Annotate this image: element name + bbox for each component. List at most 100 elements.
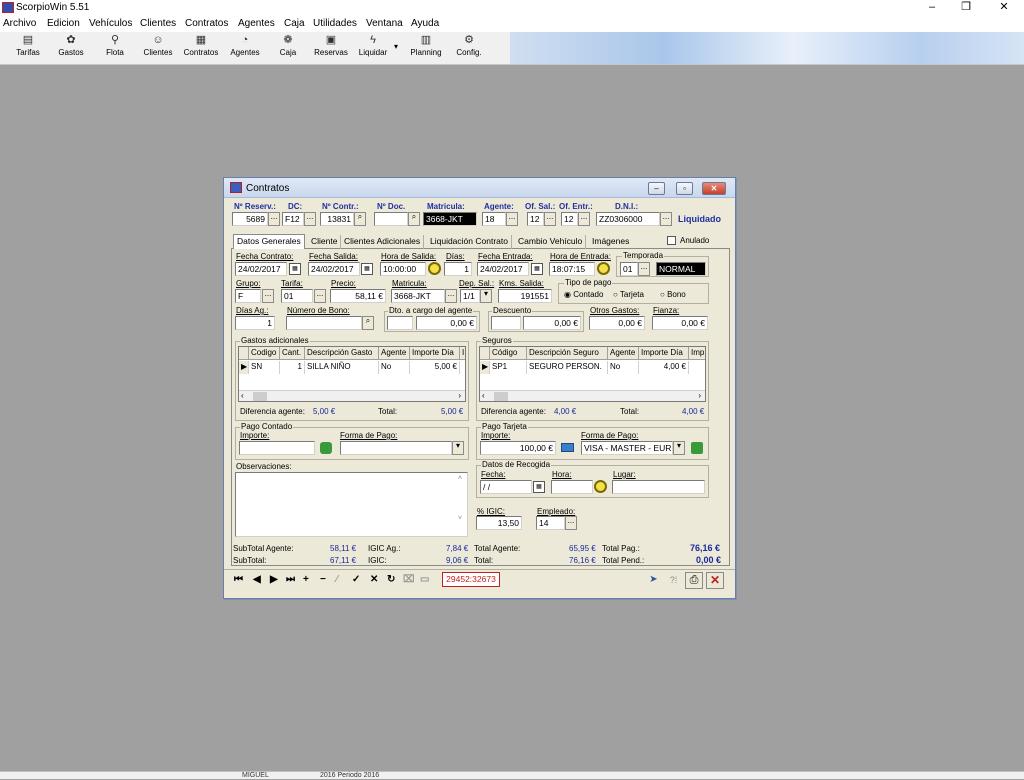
contr-field[interactable]: 13831 xyxy=(320,212,354,226)
credit-card-icon[interactable] xyxy=(561,443,574,452)
menu-contratos[interactable]: Contratos xyxy=(185,18,228,29)
table-cell[interactable]: 1 xyxy=(280,361,305,374)
nav-cancel-icon[interactable]: ✕ xyxy=(370,574,378,586)
matricula-lookup-button[interactable]: ... xyxy=(445,289,457,303)
gastos-col-descripcion[interactable]: Descripción Gasto xyxy=(305,347,379,360)
cash-icon[interactable] xyxy=(320,442,332,454)
menu-edicion[interactable]: Edicion xyxy=(47,18,80,29)
toolbar-config-button[interactable]: ⚙ Config. xyxy=(451,34,487,63)
seguros-col-descripcion[interactable]: Descripción Seguro xyxy=(527,347,608,360)
nav-prev-icon[interactable]: ◀ xyxy=(253,574,261,586)
toolbar-clientes-button[interactable]: ☺ Clientes xyxy=(139,34,177,63)
menu-ayuda[interactable]: Ayuda xyxy=(411,18,439,29)
pago-tarjeta-forma-select[interactable]: VISA - MASTER - EUR xyxy=(581,441,673,455)
calendar-icon[interactable]: ▦ xyxy=(533,481,545,493)
window-close-button[interactable]: ✕ xyxy=(702,182,726,195)
menu-ventana[interactable]: Ventana xyxy=(366,18,403,29)
toolbar-gastos-button[interactable]: ✿ Gastos xyxy=(52,34,90,63)
reserv-lookup-button[interactable]: ... xyxy=(268,212,280,226)
seguros-col-codigo[interactable]: Código xyxy=(490,347,527,360)
menu-vehiculos[interactable]: Vehículos xyxy=(89,18,132,29)
calendar-icon[interactable]: ▦ xyxy=(289,263,301,275)
grupo-lookup-button[interactable]: ... xyxy=(262,289,274,303)
tab-imagenes[interactable]: Imágenes xyxy=(589,235,632,249)
nav-bookmark-icon[interactable]: ⌧ xyxy=(403,574,415,586)
clock-icon[interactable] xyxy=(428,262,441,275)
agente-field[interactable]: 18 xyxy=(482,212,506,226)
calendar-icon[interactable]: ▦ xyxy=(361,263,373,275)
payment-add-icon[interactable] xyxy=(691,442,703,454)
descuento-pct-field[interactable] xyxy=(491,316,521,330)
scrollbar-thumb[interactable] xyxy=(494,392,508,401)
temporada-lookup-button[interactable]: ... xyxy=(638,262,650,276)
observaciones-textarea[interactable] xyxy=(235,472,468,537)
minimize-button[interactable]: – xyxy=(916,0,948,15)
chevron-down-icon[interactable]: ▾ xyxy=(673,441,685,455)
dc-lookup-button[interactable]: ... xyxy=(304,212,316,226)
clock-icon[interactable] xyxy=(597,262,610,275)
tab-cliente[interactable]: Cliente xyxy=(308,235,342,249)
igic-field[interactable]: 13,50 xyxy=(476,516,522,530)
tarifa-lookup-button[interactable]: ... xyxy=(314,289,326,303)
gastos-table[interactable]: Codigo Cant. Descripción Gasto Agente Im… xyxy=(238,346,466,402)
seguros-col-agente[interactable]: Agente xyxy=(608,347,639,360)
nav-next-icon[interactable]: ▶ xyxy=(270,574,278,586)
of-entr-lookup-button[interactable]: ... xyxy=(578,212,590,226)
matricula-field[interactable]: 3668-JKT xyxy=(423,212,477,226)
agente-lookup-button[interactable]: ... xyxy=(506,212,518,226)
toolbar-agentes-button[interactable]: ◔ Agentes xyxy=(225,34,265,63)
table-cell[interactable]: SN xyxy=(249,361,280,374)
menu-clientes[interactable]: Clientes xyxy=(140,18,176,29)
nav-add-icon[interactable]: + xyxy=(303,574,309,586)
pago-contado-importe-field[interactable] xyxy=(239,441,315,455)
toolbar-caja-button[interactable]: ❁ Caja xyxy=(274,34,302,63)
doc-search-button[interactable]: ⌕ xyxy=(408,212,420,226)
fecha-contrato-field[interactable]: 24/02/2017 xyxy=(235,262,287,276)
close-button[interactable]: ✕ xyxy=(988,0,1020,15)
clock-icon[interactable] xyxy=(594,480,607,493)
contr-search-button[interactable]: ⌕ xyxy=(354,212,366,226)
table-cell[interactable]: SP1 xyxy=(490,361,527,374)
of-sal-lookup-button[interactable]: ... xyxy=(544,212,556,226)
anulado-checkbox[interactable] xyxy=(667,236,676,245)
pago-tarjeta-importe-field[interactable]: 100,00 € xyxy=(480,441,556,455)
seguros-col-extra[interactable]: Imp xyxy=(689,347,705,360)
recogida-hora-field[interactable] xyxy=(551,480,593,494)
tab-clientes-adicionales[interactable]: Clientes Adicionales xyxy=(341,235,425,249)
of-sal-field[interactable]: 12 xyxy=(527,212,544,226)
next-step-icon[interactable]: ➤ xyxy=(645,572,662,588)
seguros-horizontal-scrollbar[interactable]: ‹ › xyxy=(480,390,705,401)
dc-field[interactable]: F12 xyxy=(282,212,304,226)
gastos-col-extra[interactable]: I xyxy=(460,347,465,360)
hora-entrada-field[interactable]: 18:07:15 xyxy=(549,262,595,276)
nav-delete-icon[interactable]: − xyxy=(320,574,326,586)
seguros-table[interactable]: Código Descripción Seguro Agente Importe… xyxy=(479,346,706,402)
dni-lookup-button[interactable]: ... xyxy=(660,212,672,226)
table-cell[interactable]: SILLA NIÑO xyxy=(305,361,379,374)
nav-edit-icon[interactable]: ⁄ xyxy=(336,574,338,586)
otros-gastos-field[interactable]: 0,00 € xyxy=(589,316,645,330)
toolbar-contratos-button[interactable]: ▦ Contratos xyxy=(180,34,222,63)
toolbar-tarifas-button[interactable]: ▤ Tarifas xyxy=(10,34,46,63)
liquidar-dropdown-arrow[interactable]: ▾ xyxy=(391,42,401,64)
recogida-lugar-field[interactable] xyxy=(612,480,705,494)
gastos-col-importe[interactable]: Importe Día xyxy=(410,347,460,360)
nav-post-icon[interactable]: ✓ xyxy=(352,574,360,586)
menu-utilidades[interactable]: Utilidades xyxy=(313,18,357,29)
calendar-icon[interactable]: ▦ xyxy=(531,263,543,275)
gastos-col-codigo[interactable]: Codigo xyxy=(249,347,280,360)
tab-cambio-vehiculo[interactable]: Cambio Vehículo xyxy=(515,235,587,249)
kms-salida-field[interactable]: 191551 xyxy=(498,289,552,303)
tarifa-field[interactable]: 01 xyxy=(281,289,313,303)
tipo-pago-contado-radio[interactable]: ◉ Contado xyxy=(564,290,603,299)
pago-contado-forma-select[interactable] xyxy=(340,441,452,455)
toolbar-planning-button[interactable]: ▥ Planning xyxy=(407,34,445,63)
menu-caja[interactable]: Caja xyxy=(284,18,305,29)
recogida-fecha-field[interactable]: / / xyxy=(480,480,532,494)
dias-field[interactable]: 1 xyxy=(444,262,472,276)
empleado-lookup-button[interactable]: ... xyxy=(565,516,577,530)
help-icon[interactable]: ?⁞ xyxy=(665,572,682,588)
dias-ag-field[interactable]: 1 xyxy=(235,316,275,330)
close-form-icon[interactable]: ✕ xyxy=(706,572,724,589)
temporada-code-field[interactable]: 01 xyxy=(620,262,638,276)
